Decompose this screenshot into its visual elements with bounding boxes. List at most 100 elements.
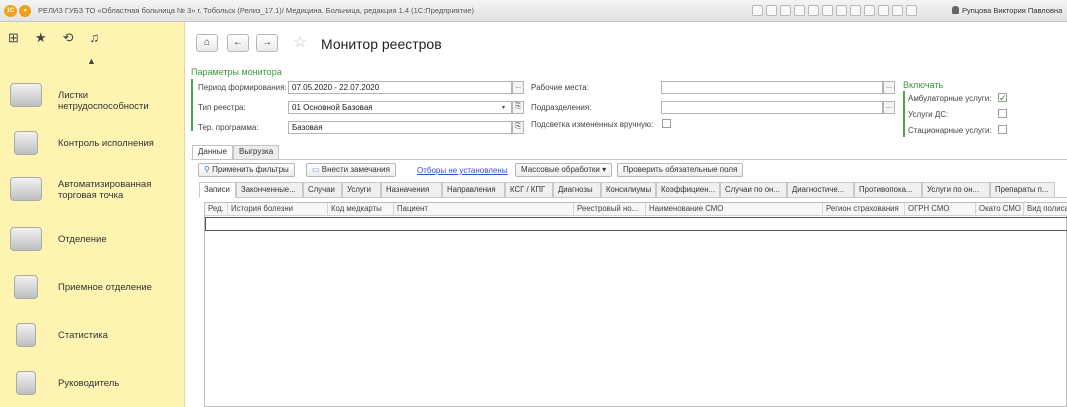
favorite-star-icon[interactable]: ☆ [293, 32, 307, 52]
registry-type-dropdown-icon[interactable]: ▾ [502, 104, 505, 111]
subtab-diagnoses[interactable]: Диагнозы [553, 182, 601, 198]
add-remarks-button[interactable]: ▭ Внести замечания [306, 163, 396, 177]
apply-filters-button[interactable]: ⚲ Применить фильтры [198, 163, 295, 177]
subtab-consiliums[interactable]: Консилиумы [601, 182, 656, 198]
save-icon[interactable] [752, 5, 763, 16]
calendar-icon[interactable] [822, 5, 833, 16]
divisions-field[interactable] [661, 101, 883, 114]
app-logo-icon: 1С [4, 5, 17, 17]
forward-button[interactable]: → [256, 34, 278, 52]
grid-menu-icon[interactable]: ⊞ [8, 30, 19, 46]
scroll-up-arrow-icon[interactable]: ▲ [87, 56, 96, 66]
current-user[interactable]: Рупцова Виктория Павловна [952, 6, 1062, 15]
ter-program-open-button[interactable]: ⎘ [512, 121, 524, 134]
subtab-completed[interactable]: Законченные... [236, 182, 303, 198]
subtab-coefficients[interactable]: Коэффициен... [656, 182, 720, 198]
day-hospital-checkbox[interactable] [998, 109, 1007, 118]
subtab-prescriptions[interactable]: Назначения [381, 182, 442, 198]
tabs-divider [191, 159, 1067, 160]
params-section-border [191, 79, 193, 131]
section-trading-point[interactable]: Автоматизированная торговая точка [10, 174, 180, 204]
history-clock-icon[interactable]: ⟲ [63, 30, 74, 46]
favorites-star-icon[interactable]: ★ [35, 30, 47, 46]
page-title: Монитор реестров [321, 36, 442, 52]
inpatient-checkbox[interactable] [998, 125, 1007, 134]
mass-processing-label: Массовые обработки [521, 165, 600, 174]
section-department[interactable]: Отделение [10, 224, 180, 254]
records-table: Ред. История болезни Код медкарты Пациен… [204, 202, 1067, 407]
section-label: Листки нетрудоспособности [58, 90, 149, 112]
check-required-fields-button[interactable]: Проверить обязательные поля [617, 163, 744, 177]
main-menu-button[interactable]: ▾ [19, 5, 31, 17]
column-header-registry-number[interactable]: Реестровый но... [574, 203, 646, 216]
memory-icon[interactable] [850, 5, 861, 16]
column-header-history[interactable]: История болезни [228, 203, 328, 216]
column-header-okato-smo[interactable]: Окато СМО [976, 203, 1024, 216]
include-section-border [903, 91, 905, 137]
column-header-smo-name[interactable]: Наименование СМО [646, 203, 823, 216]
ter-program-field[interactable]: Базовая [288, 121, 512, 134]
memory-minus-icon[interactable] [878, 5, 889, 16]
apply-filters-label: Применить фильтры [212, 165, 289, 174]
column-header-ogrn-smo[interactable]: ОГРН СМО [905, 203, 976, 216]
medical-kit-icon [14, 131, 38, 155]
tab-data[interactable]: Данные [192, 145, 233, 160]
notifications-bell-icon[interactable]: ♫ [89, 30, 99, 46]
calculator-icon[interactable] [836, 5, 847, 16]
section-label: Руководитель [58, 378, 120, 389]
registry-type-open-button[interactable]: ⎘ [512, 101, 524, 114]
info-icon[interactable] [892, 5, 903, 16]
mass-processing-button[interactable]: Массовые обработки ▾ [515, 163, 613, 177]
subtab-referrals[interactable]: Направления [442, 182, 505, 198]
workplaces-label: Рабочие места: [531, 83, 589, 92]
column-header-medcard[interactable]: Код медкарты [328, 203, 394, 216]
home-button[interactable]: ⌂ [196, 34, 218, 52]
section-sick-leave[interactable]: Листки нетрудоспособности [10, 80, 180, 112]
subtab-drugs[interactable]: Препараты п... [990, 182, 1055, 198]
workplaces-select-button[interactable]: ... [883, 81, 895, 94]
panel-icon[interactable] [906, 5, 917, 16]
subtab-services[interactable]: Услуги [342, 182, 381, 198]
link-icon[interactable] [794, 5, 805, 16]
subtab-records[interactable]: Записи [199, 182, 236, 198]
comment-icon: ▭ [312, 165, 322, 174]
main-form: ⌂ ← → ☆ Монитор реестров Параметры монит… [186, 22, 1067, 407]
tab-export[interactable]: Выгрузка [233, 145, 280, 159]
subtab-cases[interactable]: Случаи [303, 182, 342, 198]
period-field[interactable]: 07.05.2020 - 22.07.2020 [288, 81, 512, 94]
column-header-patient[interactable]: Пациент [394, 203, 574, 216]
memory-plus-icon[interactable] [864, 5, 875, 16]
outpatient-checkbox[interactable]: ✓ [998, 93, 1007, 103]
manager-icon [16, 371, 36, 395]
panel-toolbar: ⊞ ★ ⟲ ♫ [8, 30, 99, 46]
section-manager[interactable]: Руководитель [10, 368, 180, 398]
section-execution-control[interactable]: Контроль исполнения [10, 128, 180, 158]
subtab-onco-cases[interactable]: Случаи по он... [720, 182, 787, 198]
subtab-contraindications[interactable]: Противопока... [854, 182, 922, 198]
filters-not-set-link[interactable]: Отборы не установлены [417, 166, 508, 175]
registry-type-field[interactable]: 01 Основной Базовая [288, 101, 512, 114]
print-icon[interactable] [766, 5, 777, 16]
highlight-manual-checkbox[interactable] [662, 119, 671, 128]
user-name: Рупцова Виктория Павловна [962, 6, 1063, 15]
preview-icon[interactable] [780, 5, 791, 16]
subtab-diagnostics[interactable]: Диагностиче... [787, 182, 854, 198]
section-label: Приемное отделение [58, 282, 152, 293]
day-hospital-label: Услуги ДС: [908, 110, 949, 119]
include-section-title: Включать [903, 80, 944, 90]
workplaces-field[interactable] [661, 81, 883, 94]
subtab-onco-services[interactable]: Услуги по он... [922, 182, 990, 198]
history-icon[interactable] [808, 5, 819, 16]
section-admission[interactable]: Приемное отделение [10, 272, 180, 302]
period-select-button[interactable]: ... [512, 81, 524, 94]
column-header-edited[interactable]: Ред. [205, 203, 228, 216]
divisions-select-button[interactable]: ... [883, 101, 895, 114]
column-header-insurance-region[interactable]: Регион страхования [823, 203, 905, 216]
window-title: РЕЛИЗ ГУБЗ ТО «Областная больница № 3» г… [38, 6, 475, 15]
subtab-ksg-kpg[interactable]: КСГ / КПГ [505, 182, 553, 198]
column-header-policy-type[interactable]: Вид полиса [1024, 203, 1067, 216]
table-row-empty-selected[interactable] [205, 217, 1067, 231]
hospital-bed-icon [10, 227, 42, 251]
back-button[interactable]: ← [227, 34, 249, 52]
section-statistics[interactable]: Статистика [10, 320, 180, 350]
